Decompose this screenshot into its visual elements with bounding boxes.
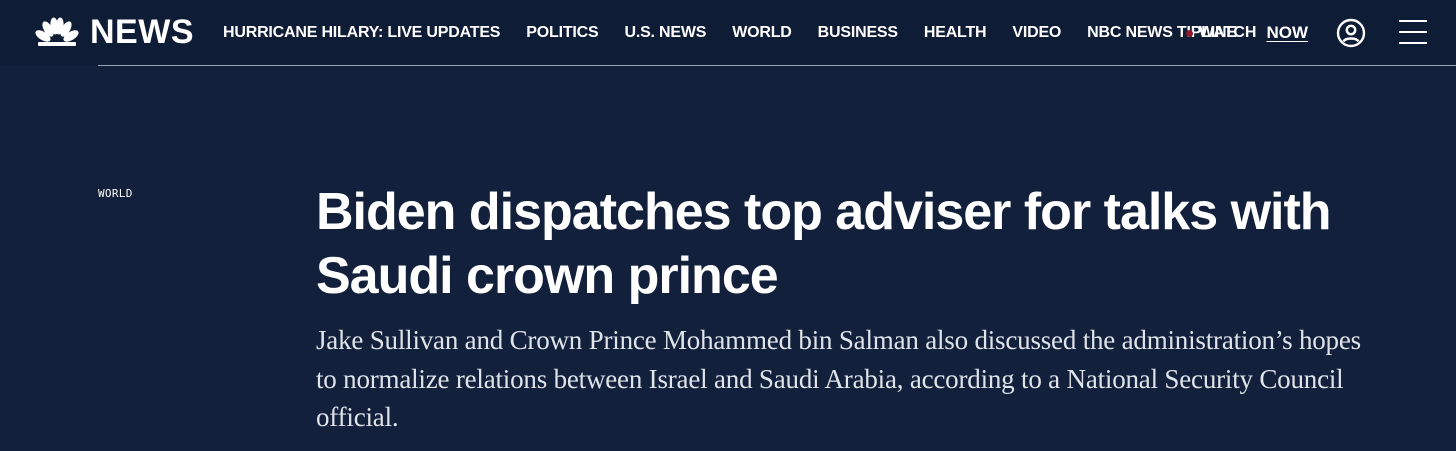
watch-label: WATCH — [1199, 24, 1257, 41]
menu-bar — [1399, 42, 1427, 44]
live-dot-icon — [1186, 29, 1193, 37]
nbc-peacock-icon — [34, 17, 80, 47]
nav-item-business[interactable]: BUSINESS — [818, 22, 898, 44]
site-header: NEWS HURRICANE HILARY: LIVE UPDATES POLI… — [0, 0, 1456, 66]
nav-item-video[interactable]: VIDEO — [1012, 22, 1061, 44]
header-divider — [98, 65, 1456, 66]
nav-item-us-news[interactable]: U.S. NEWS — [624, 22, 706, 44]
section-label[interactable]: WORLD — [98, 187, 133, 200]
article-headline: Biden dispatches top adviser for talks w… — [316, 183, 1332, 305]
user-account-icon[interactable] — [1336, 18, 1366, 48]
nav-item-world[interactable]: WORLD — [732, 22, 792, 44]
nbc-news-logo[interactable]: NEWS — [34, 14, 194, 50]
nav-item-politics[interactable]: POLITICS — [526, 22, 598, 44]
article-dek: Jake Sullivan and Crown Prince Mohammed … — [316, 325, 1361, 432]
watch-now-link[interactable]: WATCH NOW — [1186, 22, 1308, 44]
menu-bar — [1399, 31, 1427, 33]
logo-wordmark: NEWS — [90, 13, 194, 51]
nav-item-hurricane-hilary[interactable]: HURRICANE HILARY: LIVE UPDATES — [223, 22, 500, 44]
menu-bar — [1399, 20, 1427, 22]
main-nav: HURRICANE HILARY: LIVE UPDATES POLITICS … — [223, 22, 1263, 44]
nav-item-health[interactable]: HEALTH — [924, 22, 987, 44]
hamburger-menu-icon[interactable] — [1399, 19, 1427, 45]
watch-now-label: NOW — [1266, 23, 1309, 42]
